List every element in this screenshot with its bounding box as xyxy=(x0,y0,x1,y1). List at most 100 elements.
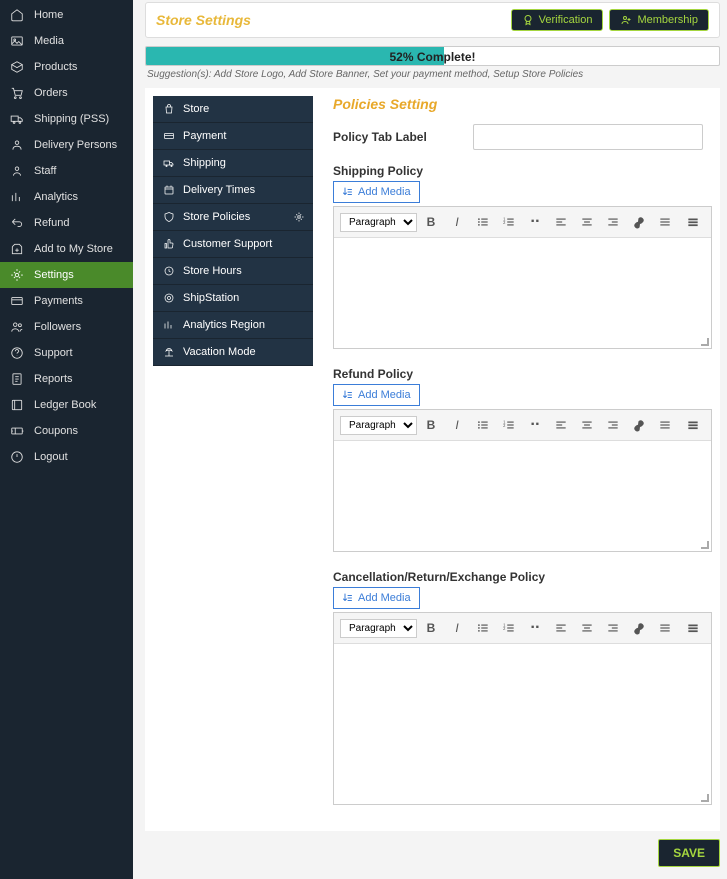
number-list-button[interactable]: 12 xyxy=(497,211,521,233)
quote-button[interactable] xyxy=(523,211,547,233)
fullscreen-button[interactable] xyxy=(681,414,705,436)
bullet-list-button[interactable] xyxy=(471,617,495,639)
align-left-button[interactable] xyxy=(549,414,573,436)
align-center-button[interactable] xyxy=(575,617,599,639)
subnav-item-store[interactable]: Store xyxy=(153,96,313,123)
shipping-policy-block: Shipping Policy Add Media Paragraph B I … xyxy=(333,164,712,349)
number-list-button[interactable]: 12 xyxy=(497,617,521,639)
user-plus-icon xyxy=(620,14,632,26)
add-media-button[interactable]: Add Media xyxy=(333,384,420,406)
subnav-label: Customer Support xyxy=(183,238,272,250)
sidebar-item-products[interactable]: Products xyxy=(0,54,133,80)
sidebar-item-label: Support xyxy=(34,347,73,359)
refund-policy-editor: Paragraph B I 12 xyxy=(333,409,712,552)
refund-icon xyxy=(10,216,24,230)
media-icon xyxy=(342,592,354,604)
sidebar-item-orders[interactable]: Orders xyxy=(0,80,133,106)
italic-button[interactable]: I xyxy=(445,617,469,639)
subnav-item-payment[interactable]: Payment xyxy=(153,123,313,150)
paragraph-select[interactable]: Paragraph xyxy=(340,213,417,232)
link-button[interactable] xyxy=(627,617,651,639)
truck-icon xyxy=(163,157,175,169)
paragraph-select[interactable]: Paragraph xyxy=(340,416,417,435)
align-right-button[interactable] xyxy=(601,211,625,233)
align-right-button[interactable] xyxy=(601,414,625,436)
subnav-item-store-policies[interactable]: Store Policies xyxy=(153,204,313,231)
italic-button[interactable]: I xyxy=(445,414,469,436)
italic-button[interactable]: I xyxy=(445,211,469,233)
insert-button[interactable] xyxy=(653,414,677,436)
bullet-list-button[interactable] xyxy=(471,414,495,436)
add-media-button[interactable]: Add Media xyxy=(333,587,420,609)
shipping-policy-textarea[interactable] xyxy=(334,238,711,348)
sidebar-item-analytics[interactable]: Analytics xyxy=(0,184,133,210)
bold-button[interactable]: B xyxy=(419,617,443,639)
bullet-list-button[interactable] xyxy=(471,211,495,233)
verification-button[interactable]: Verification xyxy=(511,9,604,31)
number-list-button[interactable]: 12 xyxy=(497,414,521,436)
sidebar-item-add-store[interactable]: Add to My Store xyxy=(0,236,133,262)
box-icon xyxy=(10,60,24,74)
membership-button[interactable]: Membership xyxy=(609,9,709,31)
subnav-item-analytics-region[interactable]: Analytics Region xyxy=(153,312,313,339)
cart-icon xyxy=(10,86,24,100)
link-button[interactable] xyxy=(627,414,651,436)
sidebar-item-ledger[interactable]: Ledger Book xyxy=(0,392,133,418)
person-icon xyxy=(10,138,24,152)
resize-handle[interactable] xyxy=(699,792,709,802)
sidebar-item-label: Followers xyxy=(34,321,81,333)
resize-handle[interactable] xyxy=(699,539,709,549)
insert-button[interactable] xyxy=(653,211,677,233)
subnav-item-shipstation[interactable]: ShipStation xyxy=(153,285,313,312)
subnav-item-delivery-times[interactable]: Delivery Times xyxy=(153,177,313,204)
quote-button[interactable] xyxy=(523,617,547,639)
sidebar-item-media[interactable]: Media xyxy=(0,28,133,54)
save-button[interactable]: SAVE xyxy=(658,839,720,867)
sidebar-item-followers[interactable]: Followers xyxy=(0,314,133,340)
svg-text:2: 2 xyxy=(503,626,506,631)
fullscreen-button[interactable] xyxy=(681,211,705,233)
sidebar-item-label: Media xyxy=(34,35,64,47)
sidebar-item-staff[interactable]: Staff xyxy=(0,158,133,184)
bold-button[interactable]: B xyxy=(419,211,443,233)
align-left-button[interactable] xyxy=(549,211,573,233)
align-left-button[interactable] xyxy=(549,617,573,639)
subnav-item-shipping[interactable]: Shipping xyxy=(153,150,313,177)
media-icon xyxy=(342,186,354,198)
sidebar-item-logout[interactable]: Logout xyxy=(0,444,133,470)
svg-text:2: 2 xyxy=(503,423,506,428)
shield-icon xyxy=(163,211,175,223)
sidebar-item-settings[interactable]: Settings xyxy=(0,262,133,288)
insert-button[interactable] xyxy=(653,617,677,639)
align-center-button[interactable] xyxy=(575,414,599,436)
sidebar-item-label: Refund xyxy=(34,217,69,229)
sidebar-item-support[interactable]: Support xyxy=(0,340,133,366)
sidebar-item-home[interactable]: Home xyxy=(0,2,133,28)
add-media-button[interactable]: Add Media xyxy=(333,181,420,203)
cancel-policy-textarea[interactable] xyxy=(334,644,711,804)
sidebar-item-refund[interactable]: Refund xyxy=(0,210,133,236)
sidebar-item-label: Shipping (PSS) xyxy=(34,113,109,125)
link-button[interactable] xyxy=(627,211,651,233)
sidebar-item-reports[interactable]: Reports xyxy=(0,366,133,392)
bold-button[interactable]: B xyxy=(419,414,443,436)
sidebar-item-payments[interactable]: Payments xyxy=(0,288,133,314)
paragraph-select[interactable]: Paragraph xyxy=(340,619,417,638)
subnav-item-vacation-mode[interactable]: Vacation Mode xyxy=(153,339,313,366)
subnav-item-customer-support[interactable]: Customer Support xyxy=(153,231,313,258)
sidebar-item-label: Orders xyxy=(34,87,68,99)
sidebar-item-delivery-persons[interactable]: Delivery Persons xyxy=(0,132,133,158)
quote-button[interactable] xyxy=(523,414,547,436)
subnav-label: Payment xyxy=(183,130,226,142)
resize-handle[interactable] xyxy=(699,336,709,346)
sidebar-item-label: Settings xyxy=(34,269,74,281)
sidebar-item-coupons[interactable]: Coupons xyxy=(0,418,133,444)
refund-policy-textarea[interactable] xyxy=(334,441,711,551)
add-media-label: Add Media xyxy=(358,592,411,604)
fullscreen-button[interactable] xyxy=(681,617,705,639)
sidebar-item-shipping[interactable]: Shipping (PSS) xyxy=(0,106,133,132)
align-center-button[interactable] xyxy=(575,211,599,233)
policy-tab-input[interactable] xyxy=(473,124,703,150)
subnav-item-store-hours[interactable]: Store Hours xyxy=(153,258,313,285)
align-right-button[interactable] xyxy=(601,617,625,639)
